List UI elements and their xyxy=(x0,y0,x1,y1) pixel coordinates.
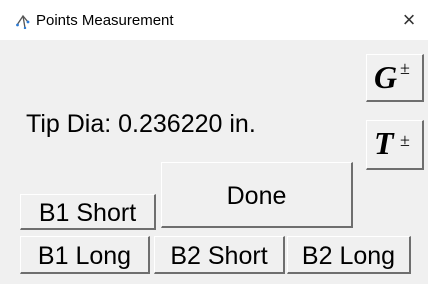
points-measurement-window: Points Measurement × Tip Dia: 0.236220 i… xyxy=(0,0,428,284)
b2-long-button[interactable]: B2 Long xyxy=(287,236,411,274)
tip-diameter-label: Tip Dia: 0.236220 in. xyxy=(26,110,256,138)
b1-short-button[interactable]: B1 Short xyxy=(20,194,156,230)
plus-minus-icon: ± xyxy=(400,130,410,150)
b1-long-button[interactable]: B1 Long xyxy=(20,236,150,274)
g-symbol: G xyxy=(374,59,398,95)
close-icon: × xyxy=(402,7,416,32)
title-bar: Points Measurement × xyxy=(0,0,428,40)
done-button[interactable]: Done xyxy=(161,162,353,228)
t-symbol: T xyxy=(374,125,394,161)
b2-short-button[interactable]: B2 Short xyxy=(154,236,285,274)
g-tolerance-button[interactable]: G ± xyxy=(366,54,424,102)
app-icon xyxy=(16,14,30,29)
t-tolerance-button[interactable]: T ± xyxy=(366,120,424,170)
plus-minus-icon: ± xyxy=(400,58,410,78)
close-button[interactable]: × xyxy=(394,6,424,34)
window-title: Points Measurement xyxy=(36,12,174,29)
